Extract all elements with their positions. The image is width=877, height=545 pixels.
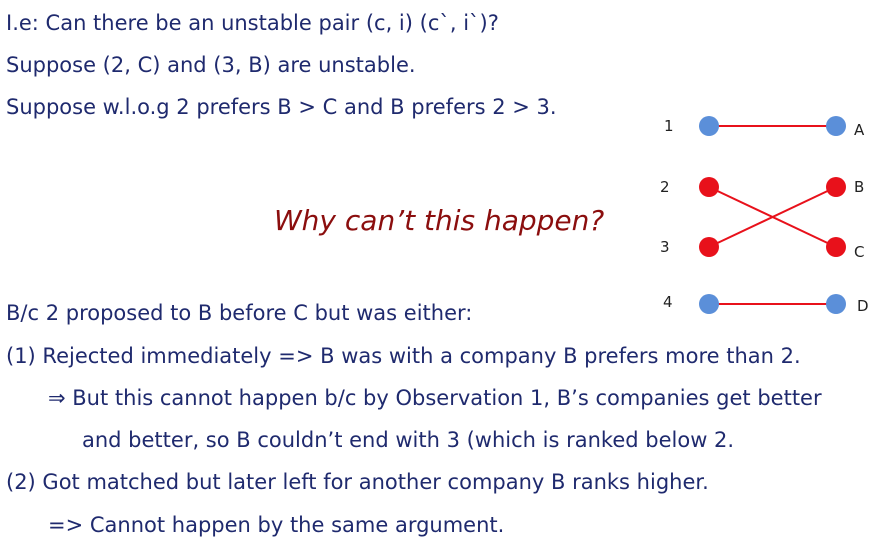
suppose-unstable-line: Suppose (2, C) and (3, B) are unstable.: [6, 53, 416, 77]
intro-question-line: I.e: Can there be an unstable pair (c, i…: [6, 11, 499, 35]
label-1: 1: [664, 117, 674, 135]
reason-line: B/c 2 proposed to B before C but was eit…: [6, 301, 473, 325]
case-one-line: (1) Rejected immediately => B was with a…: [6, 344, 801, 368]
label-3: 3: [660, 238, 670, 256]
label-2: 2: [660, 178, 670, 196]
matching-diagram: 1 2 3 4 A B C D: [650, 110, 877, 320]
label-D: D: [857, 297, 869, 315]
node-B: [826, 177, 846, 197]
why-question: Why can’t this happen?: [274, 204, 605, 237]
label-B: B: [854, 178, 864, 196]
case-two-conclusion-line: => Cannot happen by the same argument.: [48, 513, 505, 537]
case-one-continuation-line: and better, so B couldn’t end with 3 (wh…: [82, 428, 735, 452]
case-two-line: (2) Got matched but later left for anoth…: [6, 470, 709, 494]
label-4: 4: [663, 293, 673, 311]
node-D: [826, 294, 846, 314]
node-3: [699, 237, 719, 257]
label-C: C: [854, 243, 864, 261]
node-4: [699, 294, 719, 314]
label-A: A: [854, 121, 865, 139]
node-1: [699, 116, 719, 136]
node-2: [699, 177, 719, 197]
suppose-preference-line: Suppose w.l.o.g 2 prefers B > C and B pr…: [6, 95, 557, 119]
case-one-implication-line: ⇒ But this cannot happen b/c by Observat…: [48, 386, 822, 410]
node-A: [826, 116, 846, 136]
node-C: [826, 237, 846, 257]
